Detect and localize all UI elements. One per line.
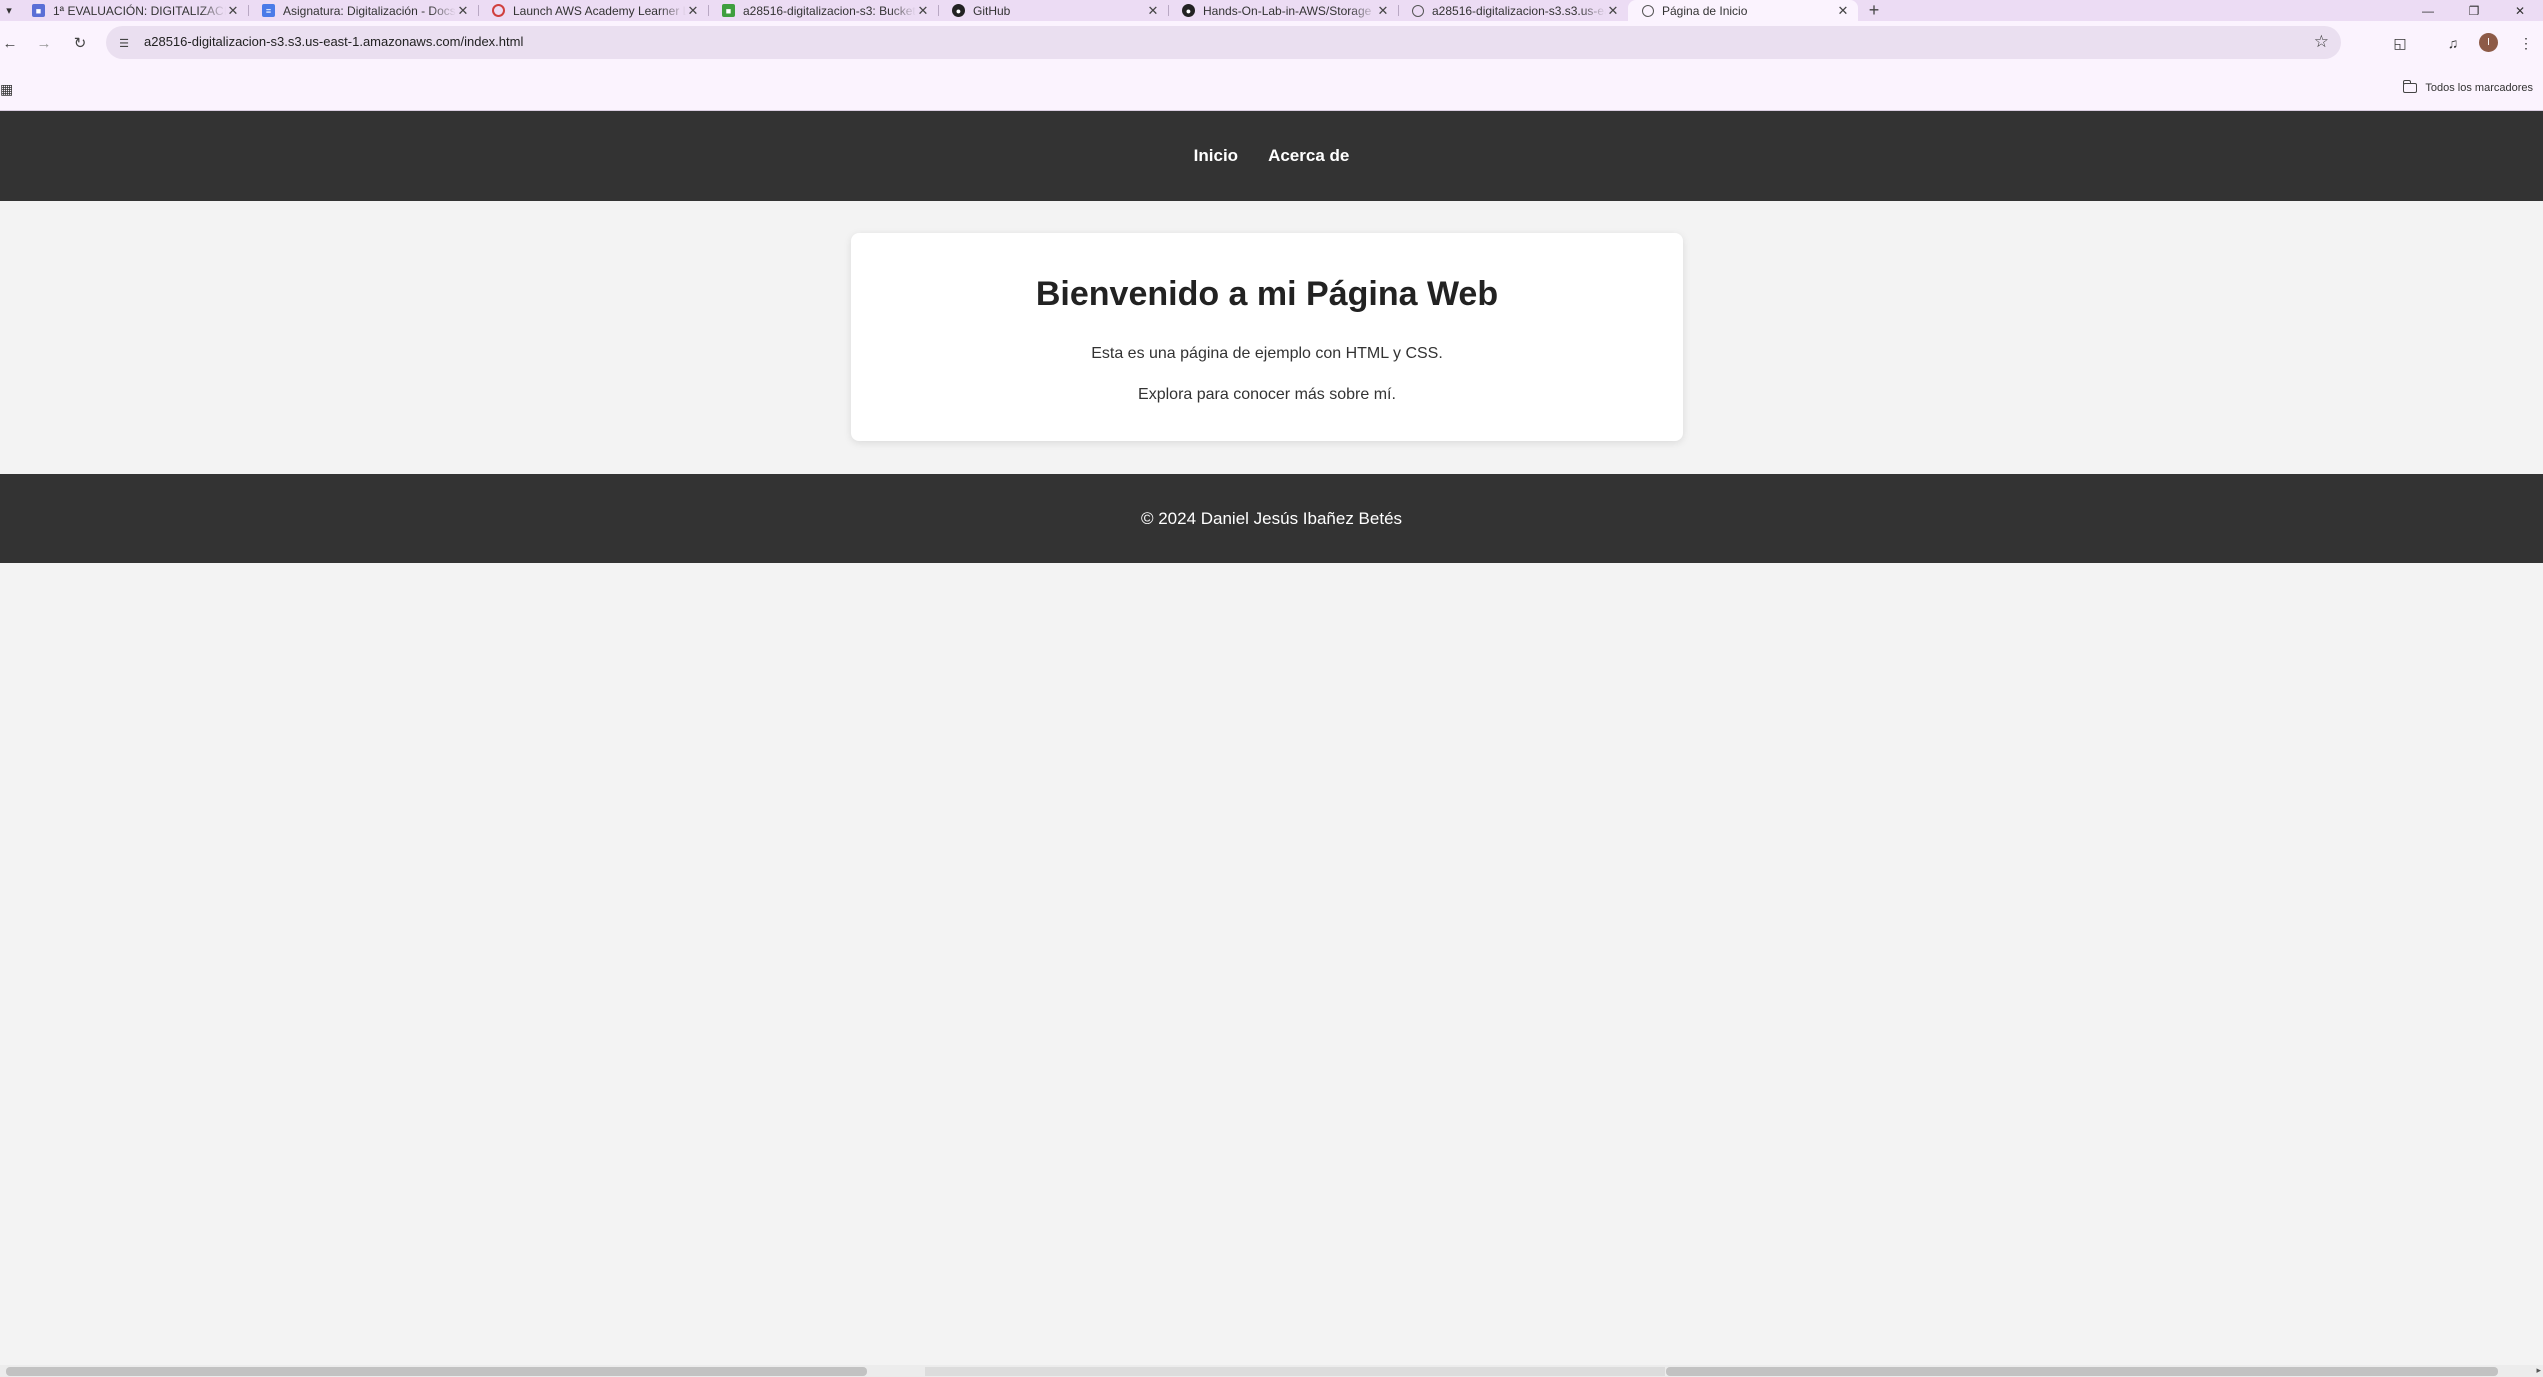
bookmark-star-icon[interactable]: ☆ <box>2314 32 2329 52</box>
aws-icon <box>492 4 505 17</box>
tab-pagina-inicio[interactable]: Página de Inicio ✕ <box>1628 0 1858 21</box>
intro-text: Esta es una página de ejemplo con HTML y… <box>1091 345 1443 362</box>
folder-icon <box>2403 80 2418 93</box>
page-title: Bienvenido a mi Página Web <box>1035 275 1499 313</box>
scrollbar-track <box>925 1367 1665 1376</box>
restore-icon[interactable]: ❐ <box>2451 0 2497 21</box>
close-icon[interactable]: ✕ <box>226 3 240 19</box>
tab-title: a28516-digitalizacion-s3: Bucket <box>743 3 916 18</box>
nav-link-inicio[interactable]: Inicio <box>1194 146 1238 166</box>
site-header: Inicio Acerca de <box>0 111 2543 201</box>
nav-link-acerca-de[interactable]: Acerca de <box>1268 146 1349 166</box>
globe-icon <box>1642 4 1654 17</box>
bookmarks-bar: ▦ Todos los marcadores <box>0 65 2543 111</box>
tab-title: GitHub <box>973 3 1011 18</box>
scrollbar-thumb-secondary[interactable] <box>1666 1367 2498 1376</box>
close-icon[interactable]: ✕ <box>1836 3 1850 19</box>
tab-title: Página de Inicio <box>1662 3 1748 18</box>
minimize-icon[interactable]: — <box>2405 0 2451 21</box>
scrollbar-thumb[interactable] <box>6 1367 867 1376</box>
github-icon: ● <box>1182 4 1195 17</box>
tab-title: 1ª EVALUACIÓN: DIGITALIZACIÓN <box>53 3 226 18</box>
site-footer: © 2024 Daniel Jesús Ibañez Betés <box>0 474 2543 563</box>
close-icon[interactable]: ✕ <box>686 3 700 19</box>
tab-evaluacion[interactable]: ■ 1ª EVALUACIÓN: DIGITALIZACIÓN ✕ <box>18 0 248 21</box>
browser-toolbar: ← → ↻ ☰ a28516-digitalizacion-s3.s3.us-e… <box>0 21 2543 65</box>
welcome-card: Bienvenido a mi Página Web Esta es una p… <box>851 233 1683 441</box>
all-bookmarks-button[interactable]: Todos los marcadores <box>2403 80 2533 94</box>
tab-aws-academy[interactable]: Launch AWS Academy Learner Lab ✕ <box>478 0 708 21</box>
horizontal-scrollbar[interactable]: ▸ <box>0 1365 2543 1377</box>
menu-kebab-icon[interactable]: ⋮ <box>2515 32 2537 54</box>
new-tab-button[interactable]: + <box>1862 0 1886 21</box>
window-controls: — ❐ ✕ <box>2405 0 2543 21</box>
tab-title: Hands-On-Lab-in-AWS/Storage <box>1203 3 1372 18</box>
close-window-icon[interactable]: ✕ <box>2497 0 2543 21</box>
tab-title: a28516-digitalizacion-s3.s3.us-east-1 <box>1432 3 1606 18</box>
close-icon[interactable]: ✕ <box>1146 3 1160 19</box>
avatar[interactable]: I <box>2479 33 2498 52</box>
explore-text: Explora para conocer más sobre mí. <box>1138 386 1396 403</box>
apps-grid-icon[interactable]: ▦ <box>0 81 13 98</box>
reload-icon[interactable]: ↻ <box>70 33 90 53</box>
doc-icon: ≡ <box>262 4 275 17</box>
tab-title: Launch AWS Academy Learner Lab <box>513 3 686 18</box>
tab-hands-on-lab[interactable]: ● Hands-On-Lab-in-AWS/Storage ✕ <box>1168 0 1398 21</box>
back-arrow-icon[interactable]: ← <box>0 33 20 53</box>
github-icon: ● <box>952 4 965 17</box>
media-controls-icon[interactable]: ♫ <box>2442 32 2464 54</box>
form-icon: ■ <box>32 4 45 17</box>
s3-icon: ■ <box>722 4 735 17</box>
extensions-icon[interactable]: ◱ <box>2389 32 2411 54</box>
all-bookmarks-label: Todos los marcadores <box>2425 82 2533 94</box>
tab-asignatura[interactable]: ≡ Asignatura: Digitalización - Docs ✕ <box>248 0 478 21</box>
scroll-right-arrow-icon[interactable]: ▸ <box>2536 1365 2541 1376</box>
tab-title: Asignatura: Digitalización - Docs <box>283 3 456 18</box>
tab-github[interactable]: ● GitHub ✕ <box>938 0 1168 21</box>
forward-arrow-icon[interactable]: → <box>34 33 54 53</box>
tab-strip: ▾ ■ 1ª EVALUACIÓN: DIGITALIZACIÓN ✕ ≡ As… <box>0 0 2543 21</box>
site-info-icon[interactable]: ☰ <box>116 35 132 51</box>
tab-s3-website[interactable]: a28516-digitalizacion-s3.s3.us-east-1 ✕ <box>1398 0 1628 21</box>
globe-icon <box>1412 4 1424 17</box>
url-text[interactable]: a28516-digitalizacion-s3.s3.us-east-1.am… <box>144 34 523 49</box>
close-icon[interactable]: ✕ <box>1376 3 1390 19</box>
tab-search-chevron-icon[interactable]: ▾ <box>0 0 18 21</box>
footer-copyright: © 2024 Daniel Jesús Ibañez Betés <box>1140 508 1403 528</box>
close-icon[interactable]: ✕ <box>456 3 470 19</box>
close-icon[interactable]: ✕ <box>1606 3 1620 19</box>
tab-s3-bucket[interactable]: ■ a28516-digitalizacion-s3: Bucket ✕ <box>708 0 938 21</box>
close-icon[interactable]: ✕ <box>916 3 930 19</box>
address-bar[interactable]: ☰ a28516-digitalizacion-s3.s3.us-east-1.… <box>106 26 2341 59</box>
